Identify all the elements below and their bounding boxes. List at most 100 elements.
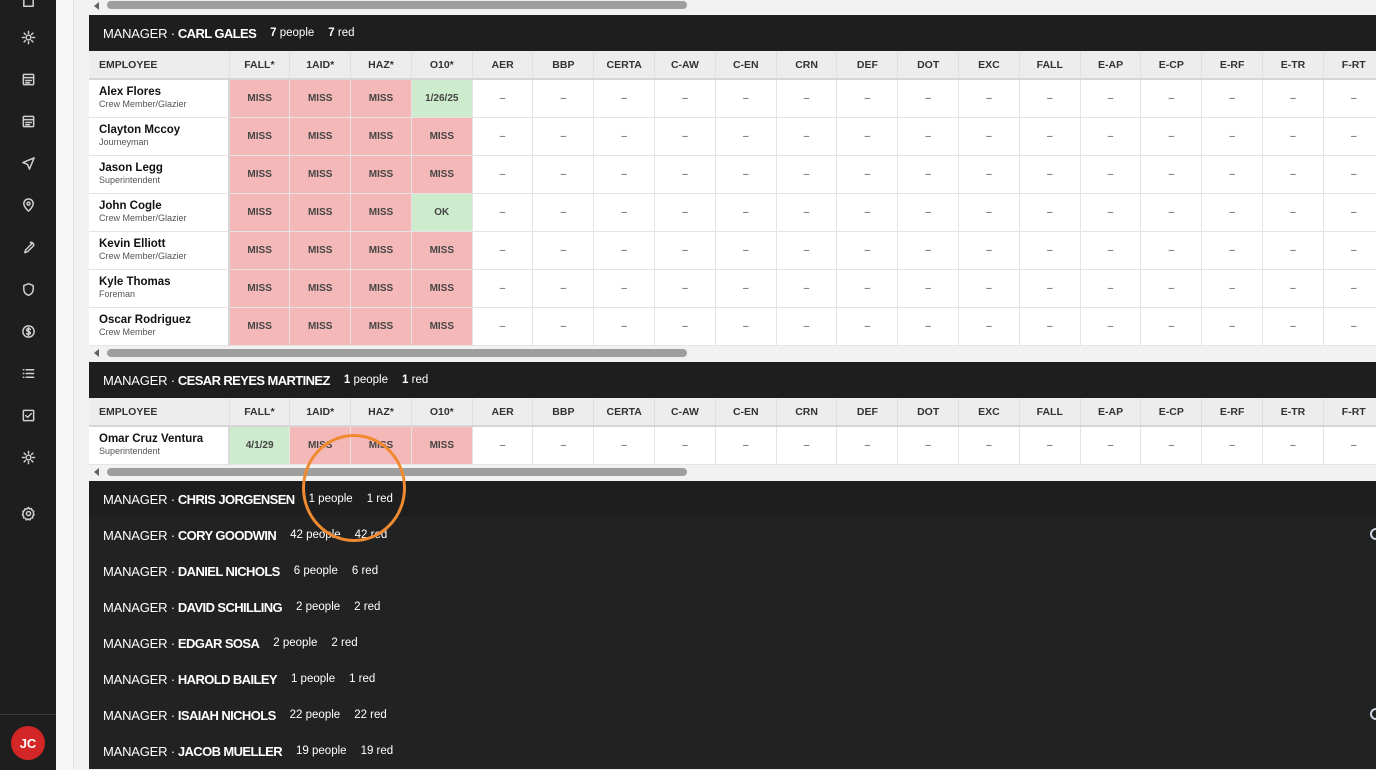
empty-cell[interactable]: –	[958, 307, 1020, 346]
empty-cell[interactable]: –	[776, 193, 838, 232]
column-header[interactable]: EMPLOYEE	[89, 398, 230, 427]
status-cell[interactable]: MISS	[289, 269, 352, 308]
status-cell[interactable]: 4/1/29	[229, 426, 291, 465]
empty-cell[interactable]: –	[776, 117, 838, 156]
empty-cell[interactable]: –	[654, 193, 716, 232]
column-header[interactable]: C-EN	[715, 398, 777, 427]
column-header[interactable]: AER	[472, 398, 534, 427]
status-cell[interactable]: MISS	[289, 307, 352, 346]
empty-cell[interactable]: –	[1140, 155, 1203, 194]
column-header[interactable]: C-EN	[715, 51, 777, 80]
column-header[interactable]: C-AW	[654, 398, 716, 427]
empty-cell[interactable]: –	[1201, 307, 1264, 346]
empty-cell[interactable]: –	[472, 269, 534, 308]
column-header[interactable]: DOT	[897, 398, 960, 427]
status-cell[interactable]: MISS	[229, 155, 291, 194]
empty-cell[interactable]: –	[1019, 307, 1081, 346]
column-header[interactable]: BBP	[532, 51, 595, 80]
doc-icon[interactable]	[18, 69, 38, 89]
empty-cell[interactable]: –	[1080, 269, 1142, 308]
column-header[interactable]: O10*	[411, 51, 473, 80]
column-header[interactable]: HAZ*	[350, 398, 412, 427]
column-header[interactable]: E-CP	[1140, 51, 1203, 80]
empty-cell[interactable]: –	[1323, 231, 1376, 270]
empty-cell[interactable]: –	[836, 231, 899, 270]
status-cell[interactable]: MISS	[411, 269, 473, 308]
column-header[interactable]: O10*	[411, 398, 473, 427]
status-cell[interactable]: MISS	[411, 117, 473, 156]
column-header[interactable]: FALL*	[229, 51, 291, 80]
empty-cell[interactable]: –	[593, 193, 656, 232]
manager-group-header-collapsed[interactable]: MANAGER · DANIEL NICHOLS 6 people 6 red	[89, 553, 1376, 589]
empty-cell[interactable]: –	[1080, 193, 1142, 232]
status-cell[interactable]: MISS	[350, 117, 412, 156]
empty-cell[interactable]: –	[1140, 117, 1203, 156]
status-cell[interactable]: MISS	[350, 79, 412, 118]
column-header[interactable]: FALL*	[229, 398, 291, 427]
gear-icon[interactable]	[18, 503, 38, 523]
status-cell[interactable]: MISS	[229, 269, 291, 308]
column-header[interactable]: CRN	[776, 51, 838, 80]
empty-cell[interactable]: –	[472, 307, 534, 346]
status-cell[interactable]: 1/26/25	[411, 79, 473, 118]
employee-cell[interactable]: Kevin Elliott Crew Member/Glazier	[89, 231, 230, 270]
empty-cell[interactable]: –	[654, 79, 716, 118]
status-cell[interactable]: MISS	[229, 231, 291, 270]
column-header[interactable]: E-CP	[1140, 398, 1203, 427]
empty-cell[interactable]: –	[715, 193, 777, 232]
status-cell[interactable]: MISS	[350, 193, 412, 232]
empty-cell[interactable]: –	[654, 117, 716, 156]
empty-cell[interactable]: –	[836, 193, 899, 232]
status-cell[interactable]: MISS	[411, 231, 473, 270]
empty-cell[interactable]: –	[654, 155, 716, 194]
manager-group-header-collapsed[interactable]: MANAGER · EDGAR SOSA 2 people 2 red	[89, 625, 1376, 661]
pin-icon[interactable]	[18, 195, 38, 215]
empty-cell[interactable]: –	[1201, 79, 1264, 118]
manager-group-header[interactable]: MANAGER · CARL GALES 7 people 7 red	[89, 15, 1376, 51]
empty-cell[interactable]: –	[958, 231, 1020, 270]
employee-cell[interactable]: Omar Cruz Ventura Superintendent	[89, 426, 230, 465]
empty-cell[interactable]: –	[1019, 193, 1081, 232]
column-header[interactable]: DEF	[836, 51, 899, 80]
horizontal-scrollbar[interactable]	[89, 466, 1376, 478]
table-row[interactable]: Oscar Rodriguez Crew Member MISS MISS MISS MI…	[89, 307, 1376, 346]
dollar-icon[interactable]	[18, 321, 38, 341]
column-header[interactable]: E-AP	[1080, 398, 1142, 427]
empty-cell[interactable]: –	[897, 155, 960, 194]
empty-cell[interactable]: –	[776, 231, 838, 270]
manager-group-header-collapsed[interactable]: MANAGER · CHRIS JORGENSEN 1 people 1 red	[89, 481, 1376, 517]
empty-cell[interactable]: –	[715, 269, 777, 308]
empty-cell[interactable]: –	[1262, 269, 1324, 308]
scroll-left-arrow-icon[interactable]	[94, 468, 99, 476]
manager-group-header-collapsed[interactable]: MANAGER · JACOB MUELLER 19 people 19 red	[89, 733, 1376, 769]
empty-cell[interactable]: –	[1080, 307, 1142, 346]
status-cell[interactable]: MISS	[289, 193, 352, 232]
empty-cell[interactable]: –	[1140, 269, 1203, 308]
column-header[interactable]: EXC	[958, 398, 1020, 427]
column-header[interactable]: BBP	[532, 398, 595, 427]
column-header[interactable]: HAZ*	[350, 51, 412, 80]
empty-cell[interactable]: –	[654, 269, 716, 308]
empty-cell[interactable]: –	[715, 79, 777, 118]
empty-cell[interactable]: –	[1080, 117, 1142, 156]
empty-cell[interactable]: –	[1080, 426, 1142, 465]
empty-cell[interactable]: –	[897, 269, 960, 308]
empty-cell[interactable]: –	[1262, 193, 1324, 232]
empty-cell[interactable]: –	[1323, 117, 1376, 156]
manager-group-header-collapsed[interactable]: MANAGER · ISAIAH NICHOLS 22 people 22 red	[89, 697, 1376, 733]
status-cell[interactable]: MISS	[350, 155, 412, 194]
empty-cell[interactable]: –	[715, 155, 777, 194]
manager-group-header-collapsed[interactable]: MANAGER · DAVID SCHILLING 2 people 2 red	[89, 589, 1376, 625]
manager-group-header[interactable]: MANAGER · CESAR REYES MARTINEZ 1 people …	[89, 362, 1376, 398]
empty-cell[interactable]: –	[472, 193, 534, 232]
column-header[interactable]: CERTA	[593, 398, 656, 427]
empty-cell[interactable]: –	[715, 307, 777, 346]
status-cell[interactable]: MISS	[229, 79, 291, 118]
empty-cell[interactable]: –	[593, 231, 656, 270]
empty-cell[interactable]: –	[1201, 269, 1264, 308]
empty-cell[interactable]: –	[1262, 426, 1324, 465]
manager-group-header-collapsed[interactable]: MANAGER · CORY GOODWIN 42 people 42 red	[89, 517, 1376, 553]
empty-cell[interactable]: –	[897, 79, 960, 118]
status-cell[interactable]: MISS	[289, 79, 352, 118]
column-header[interactable]: EXC	[958, 51, 1020, 80]
